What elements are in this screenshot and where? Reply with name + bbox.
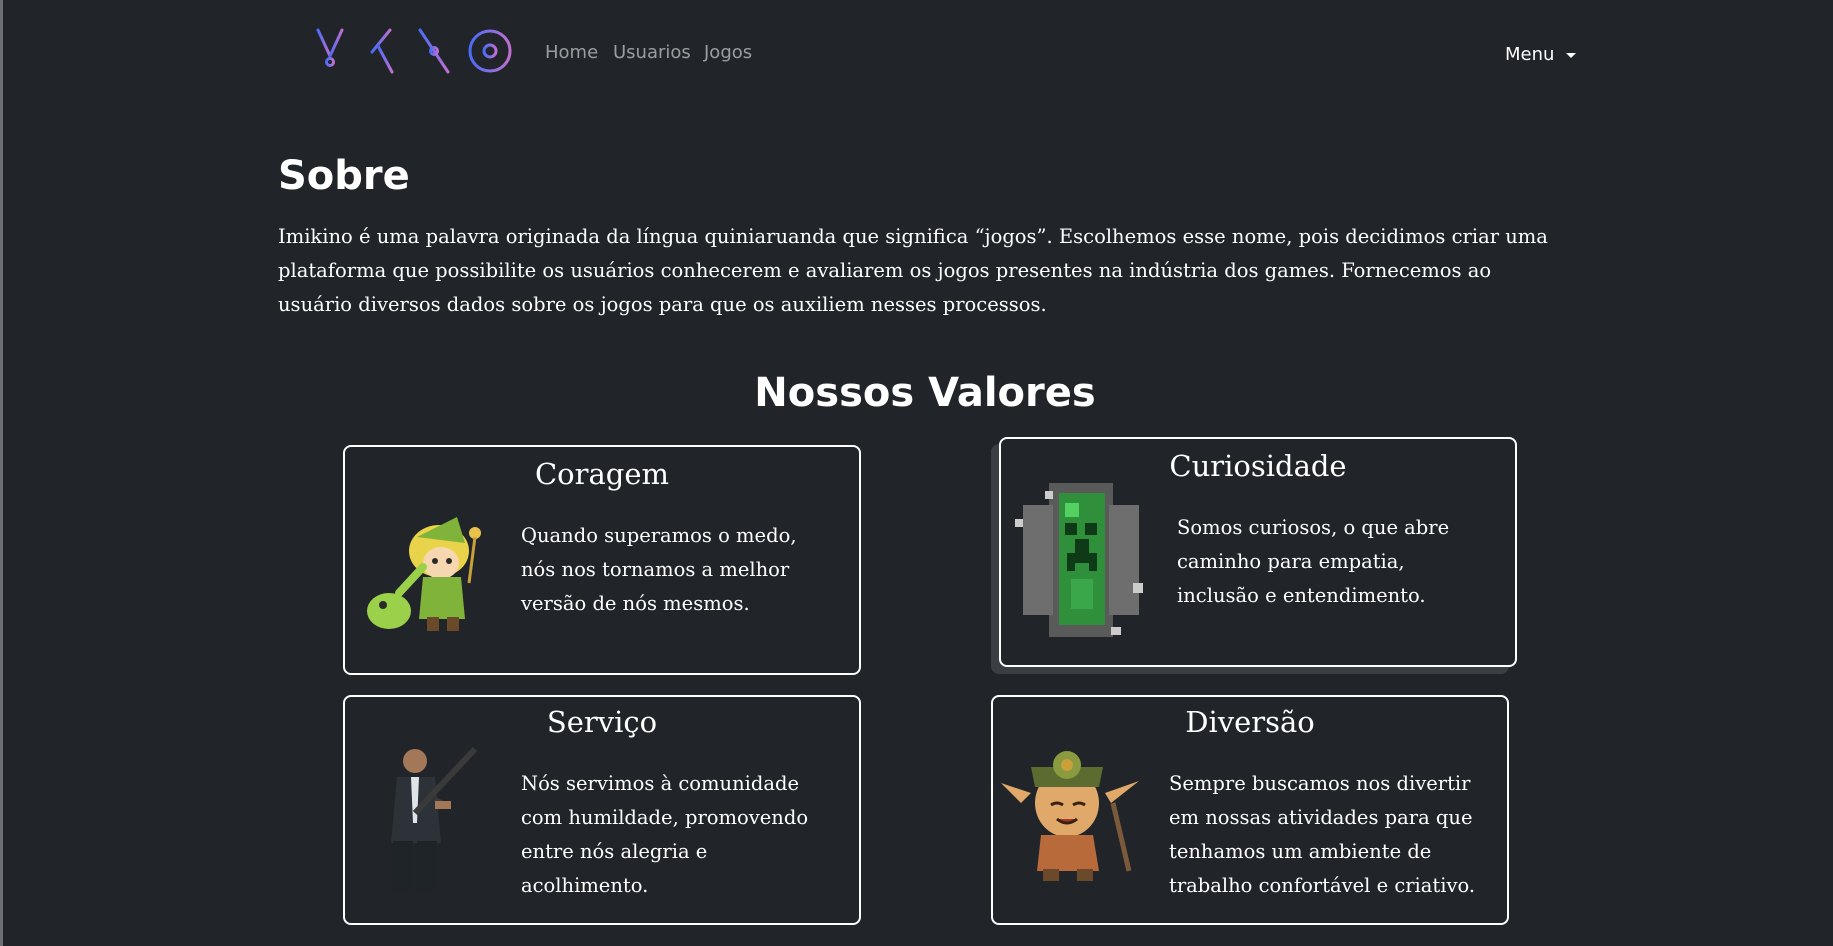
menu-label: Menu: [1505, 44, 1555, 65]
card-title: Curiosidade: [1169, 449, 1347, 483]
nav-link-usuarios[interactable]: Usuarios: [613, 42, 691, 63]
navbar: Home Usuarios Jogos Menu: [0, 0, 1833, 108]
nav-link-home[interactable]: Home: [545, 42, 598, 63]
imikino-logo-icon: [301, 28, 512, 74]
menu-dropdown-toggle[interactable]: Menu: [1505, 44, 1577, 65]
card-text: Somos curiosos, o que abre caminho para …: [1177, 516, 1450, 607]
value-card-servico: Serviço Nós servimos à comunidade com hu…: [343, 695, 861, 925]
card-title: Coragem: [534, 457, 670, 491]
brand-logo[interactable]: [298, 22, 513, 78]
link-character-image: [367, 517, 481, 631]
values-title: Nossos Valores: [754, 370, 1096, 416]
window-edge: [0, 0, 3, 946]
value-card-coragem: Coragem Quando superamos o medo, nós nos…: [343, 445, 861, 675]
teemo-character-image: [1001, 751, 1139, 881]
card-text: Nós servimos à comunidade com humildade,…: [521, 772, 809, 897]
about-text: Imikino é uma palavra originada da língu…: [278, 225, 1548, 316]
chevron-down-icon: [1566, 53, 1577, 58]
card-text: Quando superamos o medo, nós nos tornamo…: [521, 524, 797, 615]
gta-character-image: [391, 746, 478, 891]
card-text: Sempre buscamos nos divertir em nossas a…: [1169, 772, 1476, 897]
card-title: Diversão: [1185, 705, 1315, 739]
creeper-image: [1015, 483, 1143, 637]
value-card-diversao: Diversão Sempre buscamos nos divertir em…: [991, 695, 1509, 925]
about-title: Sobre: [278, 153, 410, 199]
card-title: Serviço: [546, 705, 658, 739]
nav-link-jogos[interactable]: Jogos: [704, 42, 752, 63]
value-card-curiosidade: Curiosidade Somos curiosos, o que abre c…: [999, 437, 1517, 667]
